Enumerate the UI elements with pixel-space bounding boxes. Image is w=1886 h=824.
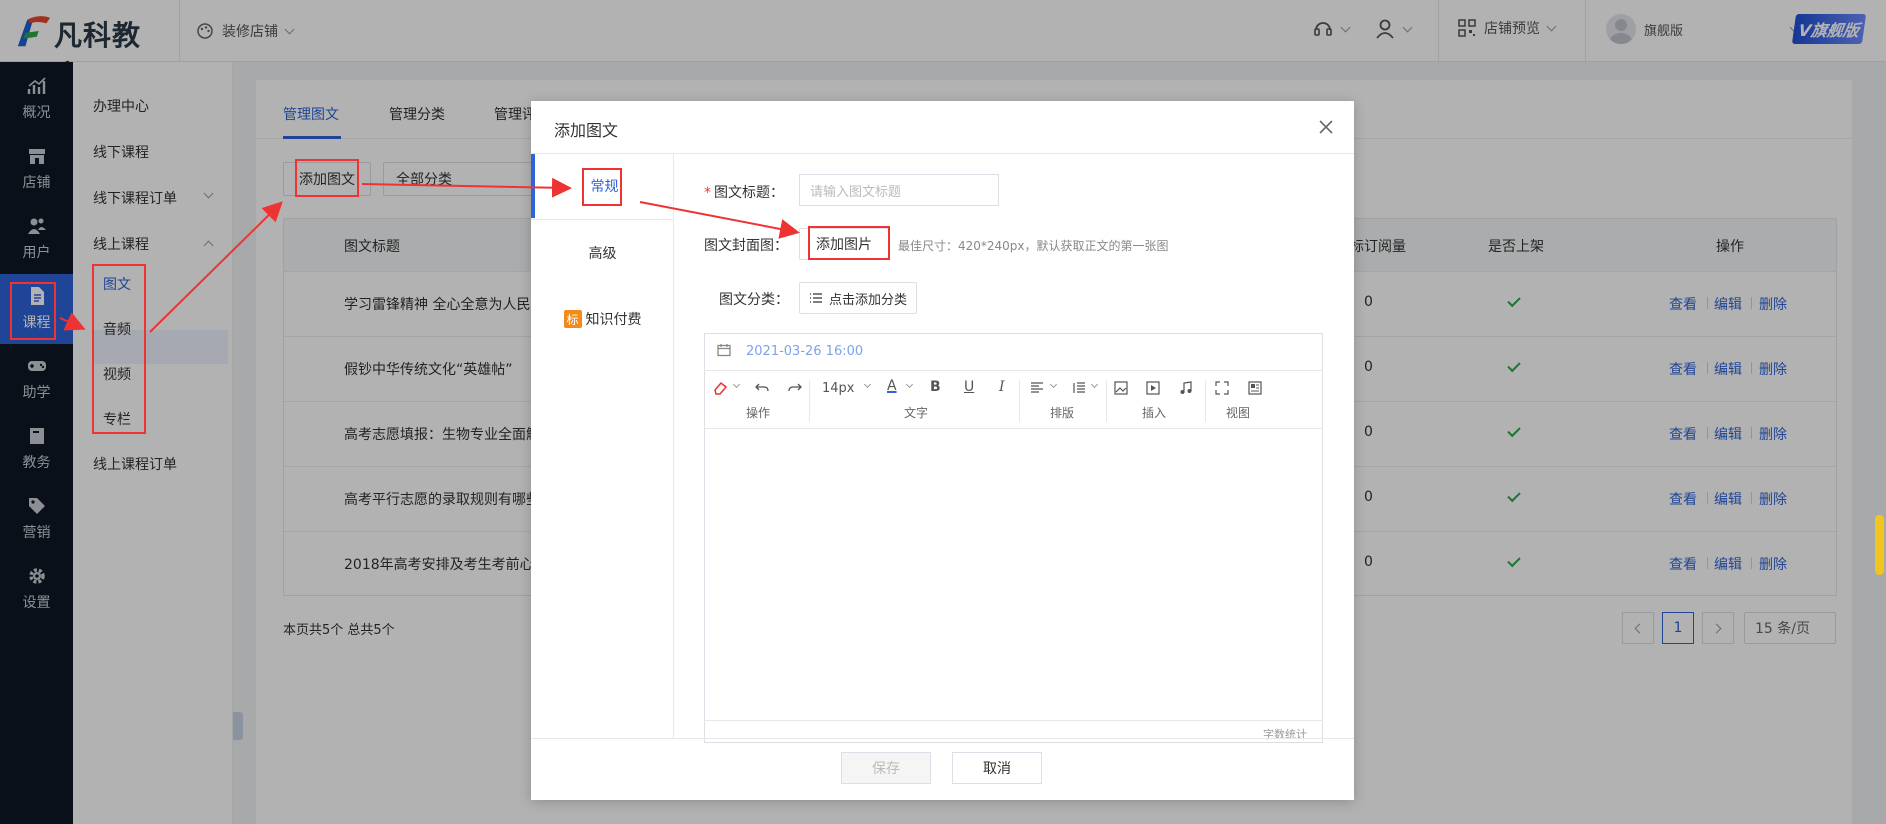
- divider: [1106, 380, 1107, 422]
- eraser-icon[interactable]: [713, 381, 729, 395]
- toolbar-group-label: 视图: [1226, 406, 1251, 420]
- cover-field-label: 图文封面图：: [704, 238, 788, 254]
- font-size-select[interactable]: 14px: [822, 381, 855, 396]
- divider: [809, 380, 810, 422]
- annotation-box: [92, 264, 146, 434]
- font-color-button[interactable]: A: [887, 378, 897, 394]
- annotation-box: [808, 226, 890, 260]
- dialog-tab-label: 高级: [588, 246, 617, 262]
- dialog-tab-advanced[interactable]: 高级: [531, 236, 674, 270]
- word-count: 字数统计: [1263, 728, 1307, 741]
- audio-icon[interactable]: [1179, 381, 1193, 395]
- toolbar-group-label: 操作: [746, 406, 771, 420]
- save-button[interactable]: 保存: [841, 752, 931, 784]
- fullscreen-icon[interactable]: [1215, 381, 1229, 395]
- toolbar-group-label: 排版: [1050, 406, 1075, 420]
- publish-date-value: 2021-03-26 16:00: [746, 344, 864, 359]
- paid-badge-icon: 标: [563, 310, 582, 328]
- undo-icon[interactable]: [755, 382, 769, 394]
- dialog-title: 添加图文: [554, 121, 619, 140]
- dialog-tab-paid[interactable]: 标知识付费: [531, 302, 674, 336]
- annotation-box: [295, 159, 359, 197]
- title-field-label: * 图文标题：: [704, 182, 784, 202]
- preview-icon[interactable]: [1248, 381, 1262, 395]
- line-height-icon[interactable]: [1072, 382, 1086, 394]
- italic-button[interactable]: I: [999, 379, 1005, 395]
- add-category-button[interactable]: 点击添加分类: [799, 282, 917, 314]
- bold-button[interactable]: B: [930, 379, 941, 395]
- dialog-tab-label: 知识付费: [585, 312, 642, 328]
- redo-icon[interactable]: [788, 382, 802, 394]
- cancel-button[interactable]: 取消: [952, 752, 1042, 784]
- toolbar-group-label: 文字: [904, 406, 929, 420]
- scrollbar-thumb[interactable]: [1875, 515, 1884, 575]
- divider: [704, 720, 1323, 721]
- underline-button[interactable]: U: [964, 379, 974, 395]
- dialog-footer-divider: [531, 738, 1354, 739]
- annotation-box: [10, 282, 56, 340]
- video-icon[interactable]: [1146, 381, 1160, 395]
- editor-body[interactable]: [705, 429, 1322, 721]
- calendar-icon: [717, 344, 731, 357]
- list-icon: [809, 293, 822, 303]
- divider: [531, 219, 674, 220]
- close-icon[interactable]: [1318, 119, 1334, 135]
- required-marker: *: [704, 185, 711, 201]
- title-field-label-text: 图文标题：: [714, 185, 784, 201]
- cover-hint: 最佳尺寸：420*240px，默认获取正文的第一张图: [898, 239, 1169, 253]
- divider: [1019, 380, 1020, 422]
- category-field-label: 图文分类：: [719, 292, 789, 308]
- toolbar-group-label: 插入: [1142, 406, 1167, 420]
- add-category-label: 点击添加分类: [828, 292, 907, 308]
- divider: [1205, 380, 1206, 422]
- annotation-box: [582, 168, 622, 206]
- publish-date-field[interactable]: 2021-03-26 16:00: [704, 333, 1323, 371]
- align-icon[interactable]: [1030, 382, 1044, 394]
- image-icon[interactable]: [1114, 381, 1128, 395]
- title-input[interactable]: 请输入图文标题: [799, 174, 999, 206]
